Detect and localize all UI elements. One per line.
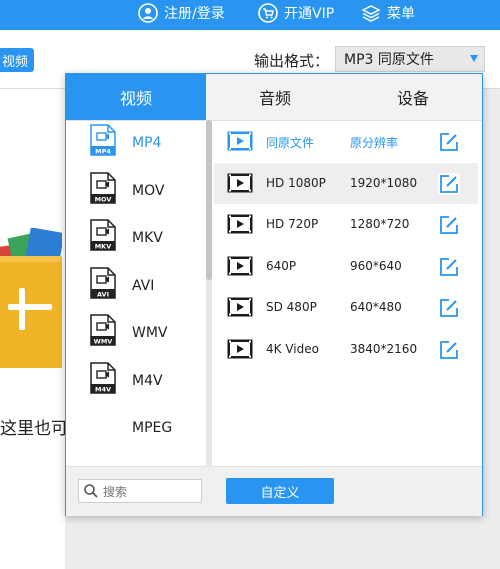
format-badge: M4V bbox=[95, 385, 111, 393]
tab-video[interactable]: 视频 bbox=[66, 74, 206, 120]
search-icon bbox=[84, 484, 98, 498]
format-name: WMV bbox=[132, 325, 168, 341]
preset-name: 640P bbox=[266, 258, 297, 273]
format-badge: MP4 bbox=[95, 148, 111, 156]
format-item[interactable]: WMV WMV bbox=[66, 312, 206, 359]
output-format-value: MP3 同原文件 bbox=[344, 52, 434, 68]
edit-icon[interactable] bbox=[438, 172, 460, 195]
preset-name: HD 720P bbox=[266, 217, 319, 231]
preset-resolution: 1280*720 bbox=[350, 217, 410, 231]
preset-row[interactable]: HD 720P 1280*720 bbox=[214, 204, 478, 245]
file-video-icon: MP4 bbox=[90, 124, 116, 156]
menu-label: 菜单 bbox=[387, 6, 415, 22]
preset-row[interactable]: SD 480P 640*480 bbox=[214, 287, 478, 328]
preset-resolution: 原分辨率 bbox=[350, 136, 399, 150]
output-format-label: 输出格式： bbox=[254, 52, 330, 70]
format-badge: MKV bbox=[95, 243, 112, 251]
dropdown-arrow-icon bbox=[470, 55, 478, 62]
format-name: MPEG bbox=[132, 420, 173, 436]
preset-resolution: 960*640 bbox=[350, 258, 402, 273]
login-label: 注册/登录 bbox=[164, 6, 225, 22]
edit-icon[interactable] bbox=[438, 339, 460, 361]
format-item[interactable]: MKV MKV bbox=[66, 217, 206, 264]
edit-icon[interactable] bbox=[438, 297, 460, 319]
cart-icon bbox=[258, 3, 278, 23]
film-icon bbox=[227, 131, 253, 151]
format-badge: WMV bbox=[94, 338, 113, 346]
edit-icon[interactable] bbox=[438, 256, 460, 278]
format-name: MOV bbox=[132, 182, 165, 199]
menu-button[interactable]: 菜单 bbox=[361, 0, 415, 26]
format-dialog: 视频 音频 设备 MP4 MP4 MOV MOV MKV MKV AVI AVI WMV WMV M… bbox=[65, 73, 483, 516]
search-box[interactable] bbox=[78, 479, 202, 503]
film-icon bbox=[227, 297, 253, 317]
format-item[interactable]: M4V M4V bbox=[66, 360, 206, 407]
edit-icon[interactable] bbox=[438, 214, 460, 236]
tab-audio[interactable]: 音频 bbox=[206, 74, 344, 120]
format-tabs: 视频 音频 设备 bbox=[66, 74, 482, 121]
film-icon bbox=[227, 256, 253, 275]
format-item[interactable]: AVI AVI bbox=[66, 265, 206, 312]
tab-device[interactable]: 设备 bbox=[344, 74, 482, 120]
preset-row[interactable]: 4K Video 3840*2160 bbox=[214, 329, 478, 370]
output-format-select[interactable]: MP3 同原文件 bbox=[335, 46, 485, 72]
video-button[interactable]: 视频 bbox=[0, 48, 34, 72]
preset-list: 同原文件 原分辨率 HD 1080P 1920*1080 HD 720P 1280*720… bbox=[214, 120, 482, 466]
preset-resolution: 3840*2160 bbox=[350, 341, 418, 356]
format-badge: AVI bbox=[97, 290, 109, 298]
preset-name: 4K Video bbox=[266, 341, 319, 356]
film-icon bbox=[227, 339, 253, 358]
dialog-footer: 自定义 bbox=[66, 466, 482, 516]
format-badge: MOV bbox=[95, 195, 112, 203]
film-icon bbox=[227, 214, 253, 234]
scrollbar-thumb[interactable] bbox=[206, 120, 212, 280]
preset-resolution: 1920*1080 bbox=[350, 175, 418, 190]
file-video-icon: MKV bbox=[90, 219, 116, 251]
layers-icon bbox=[361, 5, 381, 22]
format-name: MP4 bbox=[132, 135, 162, 151]
file-video-icon: WMV bbox=[90, 314, 116, 346]
search-input[interactable] bbox=[101, 482, 201, 502]
preset-row[interactable]: 同原文件 原分辨率 bbox=[214, 121, 478, 162]
login-button[interactable]: 注册/登录 bbox=[138, 0, 225, 26]
preset-name: 同原文件 bbox=[266, 136, 315, 150]
film-icon bbox=[227, 173, 253, 192]
format-name: AVI bbox=[132, 277, 155, 294]
user-icon bbox=[138, 3, 158, 23]
file-video-icon: M4V bbox=[90, 361, 116, 394]
format-list: MP4 MP4 MOV MOV MKV MKV AVI AVI WMV WMV M4V M4V MPEG bbox=[66, 120, 207, 466]
format-item[interactable]: MPEG bbox=[66, 407, 206, 454]
custom-button[interactable]: 自定义 bbox=[226, 478, 334, 504]
format-name: M4V bbox=[132, 372, 163, 389]
edit-icon[interactable] bbox=[438, 131, 460, 153]
file-video-icon: MOV bbox=[90, 171, 116, 204]
preset-resolution: 640*480 bbox=[350, 300, 402, 314]
preset-name: HD 1080P bbox=[266, 175, 326, 190]
preset-name: SD 480P bbox=[266, 300, 317, 314]
vip-button[interactable]: 开通VIP bbox=[258, 0, 334, 26]
title-bar: 注册/登录 开通VIP 菜单 bbox=[0, 0, 500, 30]
format-name: MKV bbox=[132, 230, 163, 246]
format-item[interactable]: MP4 MP4 bbox=[66, 122, 206, 169]
format-item[interactable]: MOV MOV bbox=[66, 170, 206, 217]
preset-row[interactable]: 640P 960*640 bbox=[214, 246, 478, 287]
vip-label: 开通VIP bbox=[284, 6, 335, 22]
preset-row[interactable]: HD 1080P 1920*1080 bbox=[214, 162, 478, 204]
add-file-folder-icon[interactable] bbox=[0, 228, 62, 368]
file-video-icon: AVI bbox=[90, 266, 116, 299]
drop-hint: 这里也可 bbox=[0, 419, 68, 439]
format-list-scrollbar[interactable] bbox=[206, 120, 212, 466]
